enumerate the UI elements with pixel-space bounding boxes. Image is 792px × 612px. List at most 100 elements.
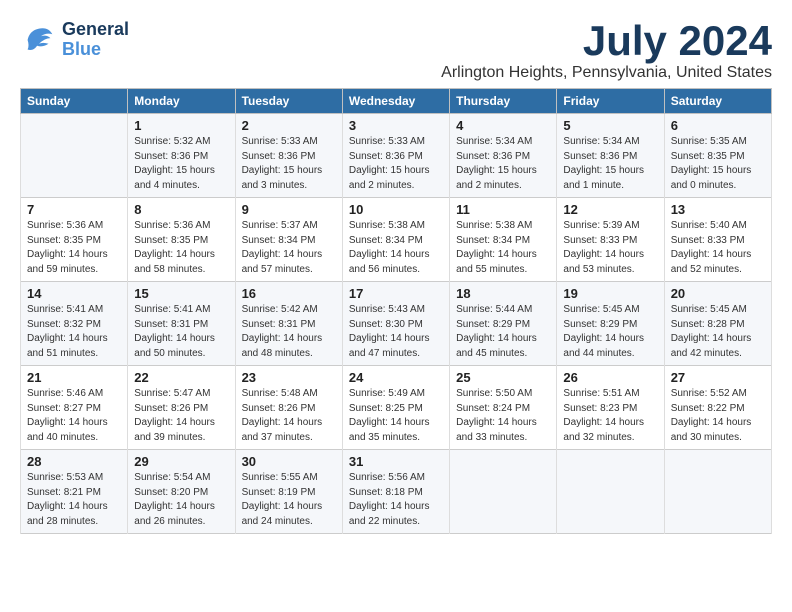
day-info: Sunrise: 5:33 AM Sunset: 8:36 PM Dayligh… (242, 135, 336, 193)
day-number: 16 (242, 286, 336, 301)
location: Arlington Heights, Pennsylvania, United … (441, 64, 772, 82)
day-info: Sunrise: 5:45 AM Sunset: 8:29 PM Dayligh… (563, 303, 657, 361)
col-tuesday: Tuesday (235, 89, 342, 114)
day-info: Sunrise: 5:48 AM Sunset: 8:26 PM Dayligh… (242, 387, 336, 445)
day-info: Sunrise: 5:44 AM Sunset: 8:29 PM Dayligh… (456, 303, 550, 361)
day-info: Sunrise: 5:38 AM Sunset: 8:34 PM Dayligh… (456, 219, 550, 277)
day-info: Sunrise: 5:52 AM Sunset: 8:22 PM Dayligh… (671, 387, 765, 445)
day-info: Sunrise: 5:42 AM Sunset: 8:31 PM Dayligh… (242, 303, 336, 361)
day-number: 15 (134, 286, 228, 301)
calendar-cell: 27 Sunrise: 5:52 AM Sunset: 8:22 PM Dayli… (664, 366, 771, 450)
day-info: Sunrise: 5:51 AM Sunset: 8:23 PM Dayligh… (563, 387, 657, 445)
day-number: 2 (242, 118, 336, 133)
day-number: 18 (456, 286, 550, 301)
day-info: Sunrise: 5:34 AM Sunset: 8:36 PM Dayligh… (563, 135, 657, 193)
day-info: Sunrise: 5:34 AM Sunset: 8:36 PM Dayligh… (456, 135, 550, 193)
page: General Blue July 2024 Arlington Heights… (0, 0, 792, 544)
day-info: Sunrise: 5:41 AM Sunset: 8:31 PM Dayligh… (134, 303, 228, 361)
day-info: Sunrise: 5:38 AM Sunset: 8:34 PM Dayligh… (349, 219, 443, 277)
calendar-row-1: 1Sunrise: 5:32 AM Sunset: 8:36 PM Daylig… (21, 114, 772, 198)
title-block: July 2024 Arlington Heights, Pennsylvani… (441, 20, 772, 82)
calendar-cell: 31 Sunrise: 5:56 AM Sunset: 8:18 PM Dayli… (342, 450, 449, 534)
day-number: 29 (134, 454, 228, 469)
day-info: Sunrise: 5:53 AM Sunset: 8:21 PM Dayligh… (27, 471, 121, 529)
day-info: Sunrise: 5:36 AM Sunset: 8:35 PM Dayligh… (27, 219, 121, 277)
calendar-cell: 6Sunrise: 5:35 AM Sunset: 8:35 PM Daylig… (664, 114, 771, 198)
day-info: Sunrise: 5:40 AM Sunset: 8:33 PM Dayligh… (671, 219, 765, 277)
calendar-cell: 28 Sunrise: 5:53 AM Sunset: 8:21 PM Dayli… (21, 450, 128, 534)
day-number: 9 (242, 202, 336, 217)
col-wednesday: Wednesday (342, 89, 449, 114)
calendar-cell: 30 Sunrise: 5:55 AM Sunset: 8:19 PM Dayli… (235, 450, 342, 534)
calendar-cell: 1Sunrise: 5:32 AM Sunset: 8:36 PM Daylig… (128, 114, 235, 198)
calendar-cell: 24 Sunrise: 5:49 AM Sunset: 8:25 PM Dayli… (342, 366, 449, 450)
calendar-cell (450, 450, 557, 534)
day-number: 12 (563, 202, 657, 217)
day-number: 3 (349, 118, 443, 133)
day-number: 19 (563, 286, 657, 301)
col-friday: Friday (557, 89, 664, 114)
day-info: Sunrise: 5:47 AM Sunset: 8:26 PM Dayligh… (134, 387, 228, 445)
day-info: Sunrise: 5:50 AM Sunset: 8:24 PM Dayligh… (456, 387, 550, 445)
logo-general-text: General (62, 20, 129, 40)
col-sunday: Sunday (21, 89, 128, 114)
calendar-cell: 23 Sunrise: 5:48 AM Sunset: 8:26 PM Dayli… (235, 366, 342, 450)
day-number: 27 (671, 370, 765, 385)
day-info: Sunrise: 5:32 AM Sunset: 8:36 PM Dayligh… (134, 135, 228, 193)
day-number: 14 (27, 286, 121, 301)
day-number: 10 (349, 202, 443, 217)
day-info: Sunrise: 5:56 AM Sunset: 8:18 PM Dayligh… (349, 471, 443, 529)
day-info: Sunrise: 5:37 AM Sunset: 8:34 PM Dayligh… (242, 219, 336, 277)
day-number: 5 (563, 118, 657, 133)
calendar-cell: 18 Sunrise: 5:44 AM Sunset: 8:29 PM Dayli… (450, 282, 557, 366)
calendar-cell: 5 Sunrise: 5:34 AM Sunset: 8:36 PM Daylig… (557, 114, 664, 198)
day-number: 28 (27, 454, 121, 469)
calendar-cell: 21 Sunrise: 5:46 AM Sunset: 8:27 PM Dayli… (21, 366, 128, 450)
col-saturday: Saturday (664, 89, 771, 114)
col-monday: Monday (128, 89, 235, 114)
calendar-row-5: 28 Sunrise: 5:53 AM Sunset: 8:21 PM Dayli… (21, 450, 772, 534)
calendar-cell: 10 Sunrise: 5:38 AM Sunset: 8:34 PM Dayli… (342, 198, 449, 282)
calendar-cell: 22 Sunrise: 5:47 AM Sunset: 8:26 PM Dayli… (128, 366, 235, 450)
calendar-cell: 8 Sunrise: 5:36 AM Sunset: 8:35 PM Daylig… (128, 198, 235, 282)
calendar-header-row: Sunday Monday Tuesday Wednesday Thursday… (21, 89, 772, 114)
day-info: Sunrise: 5:35 AM Sunset: 8:35 PM Dayligh… (671, 135, 765, 193)
calendar-cell: 4 Sunrise: 5:34 AM Sunset: 8:36 PM Daylig… (450, 114, 557, 198)
calendar-cell: 9 Sunrise: 5:37 AM Sunset: 8:34 PM Daylig… (235, 198, 342, 282)
month-title: July 2024 (441, 20, 772, 62)
day-number: 24 (349, 370, 443, 385)
calendar-row-2: 7 Sunrise: 5:36 AM Sunset: 8:35 PM Daylig… (21, 198, 772, 282)
logo: General Blue (20, 20, 129, 60)
day-info: Sunrise: 5:36 AM Sunset: 8:35 PM Dayligh… (134, 219, 228, 277)
day-number: 22 (134, 370, 228, 385)
day-info: Sunrise: 5:46 AM Sunset: 8:27 PM Dayligh… (27, 387, 121, 445)
calendar-cell: 11 Sunrise: 5:38 AM Sunset: 8:34 PM Dayli… (450, 198, 557, 282)
calendar-cell: 7 Sunrise: 5:36 AM Sunset: 8:35 PM Daylig… (21, 198, 128, 282)
calendar-cell: 20Sunrise: 5:45 AM Sunset: 8:28 PM Dayli… (664, 282, 771, 366)
calendar-row-4: 21 Sunrise: 5:46 AM Sunset: 8:27 PM Dayli… (21, 366, 772, 450)
day-number: 30 (242, 454, 336, 469)
calendar-cell: 14Sunrise: 5:41 AM Sunset: 8:32 PM Dayli… (21, 282, 128, 366)
day-info: Sunrise: 5:55 AM Sunset: 8:19 PM Dayligh… (242, 471, 336, 529)
header: General Blue July 2024 Arlington Heights… (20, 20, 772, 82)
day-number: 4 (456, 118, 550, 133)
day-number: 23 (242, 370, 336, 385)
calendar-cell: 13 Sunrise: 5:40 AM Sunset: 8:33 PM Dayli… (664, 198, 771, 282)
calendar-cell (21, 114, 128, 198)
day-number: 21 (27, 370, 121, 385)
day-number: 17 (349, 286, 443, 301)
calendar-cell (557, 450, 664, 534)
day-number: 13 (671, 202, 765, 217)
day-number: 8 (134, 202, 228, 217)
day-number: 31 (349, 454, 443, 469)
day-number: 11 (456, 202, 550, 217)
day-info: Sunrise: 5:49 AM Sunset: 8:25 PM Dayligh… (349, 387, 443, 445)
day-info: Sunrise: 5:33 AM Sunset: 8:36 PM Dayligh… (349, 135, 443, 193)
logo-name: General Blue (62, 20, 129, 60)
calendar-cell: 2 Sunrise: 5:33 AM Sunset: 8:36 PM Daylig… (235, 114, 342, 198)
day-number: 7 (27, 202, 121, 217)
calendar-cell: 17Sunrise: 5:43 AM Sunset: 8:30 PM Dayli… (342, 282, 449, 366)
calendar-cell: 19 Sunrise: 5:45 AM Sunset: 8:29 PM Dayli… (557, 282, 664, 366)
calendar-cell: 29Sunrise: 5:54 AM Sunset: 8:20 PM Dayli… (128, 450, 235, 534)
calendar-row-3: 14Sunrise: 5:41 AM Sunset: 8:32 PM Dayli… (21, 282, 772, 366)
